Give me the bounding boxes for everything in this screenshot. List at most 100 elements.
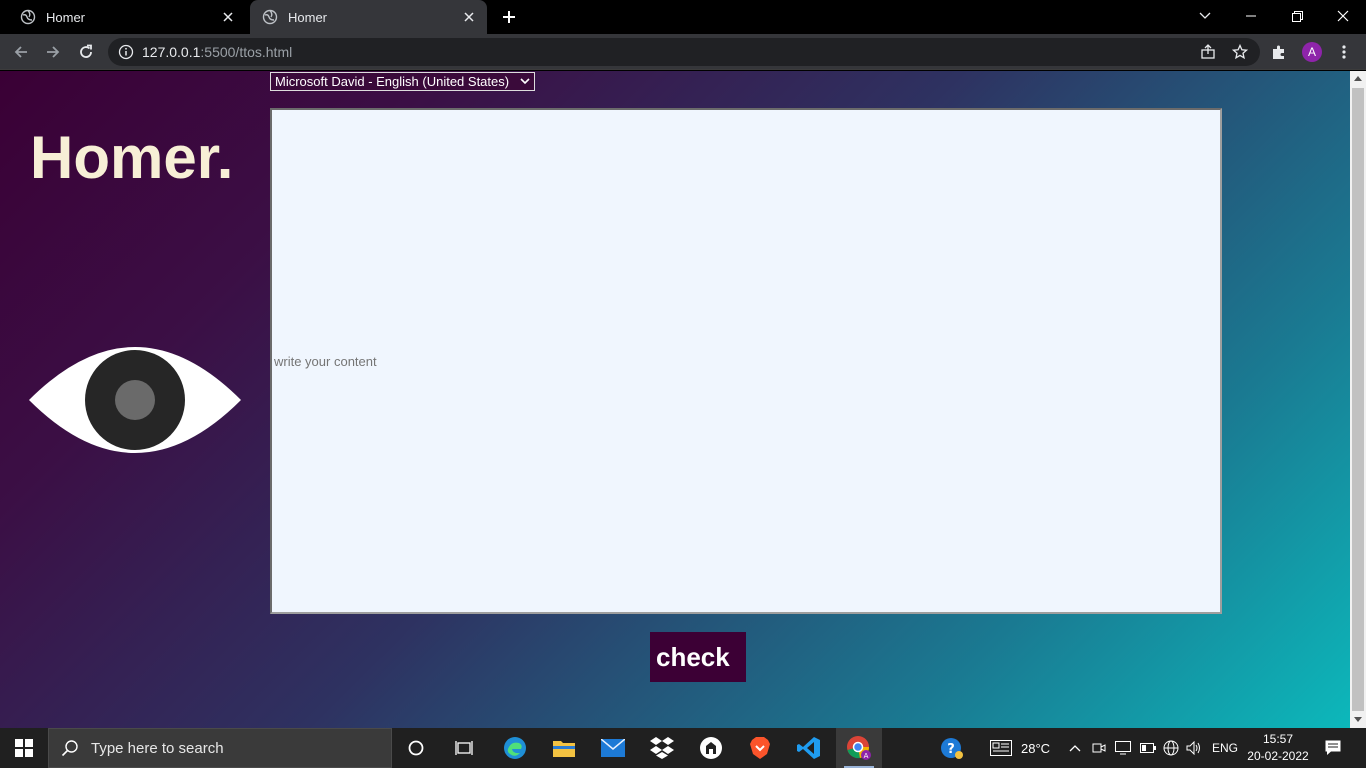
battery-button[interactable]: [1138, 728, 1158, 768]
voice-select-value: Microsoft David - English (United States…: [275, 74, 510, 89]
search-placeholder: Type here to search: [91, 739, 224, 757]
taskbar-search[interactable]: Type here to search: [48, 728, 392, 768]
mail-app[interactable]: [592, 728, 634, 768]
textarea-placeholder: write your content: [274, 354, 377, 369]
chrome-icon: A: [847, 736, 871, 760]
tab-strip: Homer Homer: [0, 0, 1366, 34]
profile-avatar[interactable]: A: [1302, 42, 1322, 62]
task-view-icon: [455, 741, 473, 755]
notification-icon: [1325, 740, 1341, 755]
edge-icon: [504, 737, 526, 759]
tab-title: Homer: [46, 9, 86, 25]
cortana-icon: [408, 740, 424, 756]
brave-app[interactable]: [739, 728, 781, 768]
new-tab-button[interactable]: [498, 6, 520, 28]
tray-monitor-button[interactable]: [1113, 728, 1133, 768]
svg-text:?: ?: [947, 742, 955, 757]
close-tab-button[interactable]: [459, 7, 479, 27]
check-button[interactable]: check: [650, 632, 746, 682]
url-host: 127.0.0.1: [142, 44, 201, 60]
browser-window: Homer Homer 127.0.0.1:5500/ttos.html A M…: [0, 0, 1366, 728]
content-textarea[interactable]: [270, 108, 1222, 614]
restore-button[interactable]: [1274, 0, 1320, 32]
file-explorer-app[interactable]: [543, 728, 585, 768]
chevron-down-icon: [1199, 12, 1211, 19]
app-launcher[interactable]: [690, 728, 732, 768]
reload-button[interactable]: [73, 39, 99, 65]
globe-icon: [262, 9, 278, 25]
house-hexagon-icon: [700, 737, 722, 759]
tab-homer-2[interactable]: Homer: [250, 0, 487, 34]
mail-icon: [601, 739, 625, 757]
weather-widget[interactable]: [986, 728, 1016, 768]
menu-button[interactable]: [1331, 39, 1357, 65]
info-icon[interactable]: [118, 44, 134, 60]
news-icon: [990, 740, 1012, 756]
page-viewport: Microsoft David - English (United States…: [0, 71, 1350, 728]
vscode-app[interactable]: [788, 728, 830, 768]
minimize-icon: [1246, 15, 1256, 17]
help-icon: ?: [941, 738, 963, 759]
svg-text:A: A: [864, 752, 869, 760]
share-icon[interactable]: [1200, 44, 1216, 60]
task-view-button[interactable]: [444, 728, 484, 768]
scrollbar-thumb[interactable]: [1352, 88, 1364, 711]
reload-icon: [80, 44, 92, 58]
arrow-right-icon: [47, 46, 60, 58]
scroll-up-arrow[interactable]: [1354, 76, 1362, 81]
temperature-text: 28°C: [1021, 741, 1051, 756]
tab-search-button[interactable]: [1182, 0, 1228, 32]
address-bar[interactable]: 127.0.0.1:5500/ttos.html: [108, 38, 1260, 66]
arrow-left-icon: [14, 46, 27, 58]
tab-homer-1[interactable]: Homer: [8, 0, 246, 34]
minimize-button[interactable]: [1228, 0, 1274, 32]
tab-title: Homer: [288, 9, 328, 25]
language-indicator[interactable]: ENG: [1212, 741, 1238, 755]
speaker-icon: [1186, 741, 1200, 755]
forward-button[interactable]: [40, 39, 66, 65]
url-text: 127.0.0.1:5500/ttos.html: [142, 44, 292, 60]
vscode-icon: [797, 737, 820, 759]
star-icon[interactable]: [1232, 44, 1248, 60]
dropbox-app[interactable]: [641, 728, 683, 768]
plus-icon: [503, 11, 515, 23]
close-tab-button[interactable]: [218, 7, 238, 27]
clock-time: 15:57: [1262, 732, 1294, 746]
close-window-button[interactable]: [1320, 0, 1366, 32]
volume-button[interactable]: [1184, 728, 1204, 768]
clock-date: 20-02-2022: [1247, 749, 1309, 763]
scroll-down-arrow[interactable]: [1354, 717, 1362, 722]
voice-select[interactable]: Microsoft David - English (United States…: [270, 72, 535, 91]
network-button[interactable]: [1161, 728, 1181, 768]
search-icon: [61, 740, 78, 757]
chevron-down-icon: [520, 78, 530, 85]
brave-lion-icon: [750, 737, 770, 759]
windows-taskbar: Type here to search A ? 28°C ENG 15:57 2…: [0, 728, 1366, 768]
vertical-scrollbar[interactable]: [1350, 71, 1366, 728]
cortana-button[interactable]: [396, 728, 436, 768]
dropbox-icon: [650, 737, 674, 759]
more-vert-icon: [1342, 45, 1346, 59]
clock[interactable]: 15:57 20-02-2022: [1242, 731, 1314, 765]
chrome-app[interactable]: A: [836, 728, 882, 768]
monitor-icon: [1115, 741, 1131, 755]
url-path: :5500/ttos.html: [200, 44, 293, 60]
show-hidden-icons-button[interactable]: [1066, 728, 1084, 768]
back-button[interactable]: [8, 39, 34, 65]
chevron-up-icon: [1069, 745, 1081, 752]
eye-icon: [29, 347, 241, 453]
extensions-button[interactable]: [1266, 39, 1292, 65]
restore-icon: [1291, 10, 1303, 22]
notifications-button[interactable]: [1318, 728, 1348, 768]
help-button[interactable]: ?: [936, 728, 968, 768]
browser-toolbar: 127.0.0.1:5500/ttos.html A: [0, 34, 1366, 70]
meet-now-button[interactable]: [1090, 728, 1108, 768]
edge-app[interactable]: [494, 728, 536, 768]
camera-icon: [1092, 743, 1106, 753]
close-icon: [223, 12, 233, 22]
battery-icon: [1140, 743, 1156, 753]
globe-icon: [1163, 740, 1179, 756]
folder-icon: [553, 741, 575, 757]
start-button[interactable]: [0, 728, 48, 768]
globe-icon: [20, 9, 36, 25]
